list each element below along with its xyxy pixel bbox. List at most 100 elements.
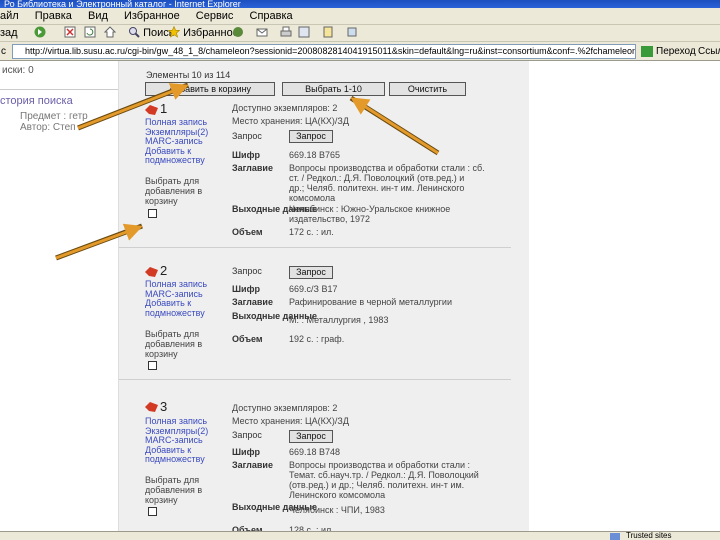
- request-button[interactable]: Запрос: [289, 430, 333, 443]
- volume-value: 172 с. : ил.: [289, 227, 334, 237]
- status-bar: Trusted sites: [0, 531, 720, 540]
- home-icon: [104, 26, 116, 38]
- select-range-button[interactable]: Выбрать 1-10: [282, 82, 385, 96]
- volume-label: Объем: [232, 334, 263, 344]
- select-checkbox[interactable]: [148, 209, 157, 218]
- title-label: Заглавие: [232, 460, 273, 470]
- menu-edit[interactable]: Правка: [35, 10, 72, 22]
- holdings-location: Место хранения: ЦА(КХ)/ЗД: [232, 416, 349, 426]
- go-button[interactable]: Переход: [656, 42, 696, 61]
- star-icon: [168, 26, 180, 38]
- security-zone: Trusted sites: [626, 531, 672, 540]
- menu-file[interactable]: айл: [0, 10, 19, 22]
- refresh-icon: [84, 26, 96, 38]
- holdings-available: Доступно экземпляров: 2: [232, 103, 338, 113]
- call-number-value: 669.18 В748: [289, 447, 341, 457]
- record-links[interactable]: Полная запись Экземпляры(2) MARC-запись …: [145, 117, 208, 166]
- select-for-cart-label: Выбрать для добавления в корзину: [145, 475, 203, 505]
- menu-help[interactable]: Справка: [250, 10, 293, 22]
- right-blank-area: [529, 61, 720, 531]
- history-title: стория поиска: [0, 95, 73, 107]
- history-item[interactable]: Автор: Степ: [20, 122, 76, 133]
- volume-label: Объем: [232, 227, 263, 237]
- publication-value: М. : Металлургия , 1983: [289, 315, 389, 325]
- address-url: http://virtua.lib.susu.ac.ru/cgi-bin/gw_…: [25, 46, 636, 56]
- address-bar: с http://virtua.lib.susu.ac.ru/cgi-bin/g…: [0, 42, 720, 61]
- favorites-button[interactable]: Избранное: [168, 25, 239, 42]
- address-input[interactable]: http://virtua.lib.susu.ac.ru/cgi-bin/gw_…: [12, 44, 636, 59]
- window-title: Ро Библиотека и Электронный каталог - In…: [4, 0, 241, 8]
- menu-bar: айл Правка Вид Избранное Сервис Справка: [0, 8, 720, 25]
- search-icon: [129, 27, 140, 38]
- record-number: 3: [160, 399, 168, 414]
- record-links[interactable]: Полная запись Экземпляры(2) MARC-запись …: [145, 416, 208, 465]
- results-panel: Элементы 10 из 114 Добавить в корзину Вы…: [119, 61, 529, 535]
- title-value: Рафинирование в черной металлургии: [289, 297, 452, 307]
- results-count: иски: 0: [2, 65, 34, 76]
- request-label: Запрос: [232, 131, 262, 141]
- clear-button[interactable]: Очистить: [389, 82, 466, 96]
- menu-favorites[interactable]: Избранное: [124, 10, 180, 22]
- record-separator: [119, 379, 511, 380]
- tools-button[interactable]: [346, 25, 358, 42]
- publication-value: Челябинск : Южно-Уральское книжное издат…: [289, 204, 451, 224]
- record-links[interactable]: Полная запись MARC-запись Добавить к под…: [145, 279, 207, 318]
- title-value: Вопросы производства и обработки стали :…: [289, 163, 485, 203]
- left-pane: иски: 0 стория поиска Предмет : гетр Авт…: [0, 61, 118, 531]
- request-button[interactable]: Запрос: [289, 130, 333, 143]
- record-separator: [119, 247, 511, 248]
- zone-icon: [610, 533, 620, 540]
- request-button[interactable]: Запрос: [289, 266, 333, 279]
- holdings-location: Место хранения: ЦА(КХ)/ЗД: [232, 116, 349, 126]
- pin-icon: [145, 402, 158, 412]
- print-icon: [280, 26, 292, 37]
- menu-view[interactable]: Вид: [88, 10, 108, 22]
- browser-window: Ро Библиотека и Электронный каталог - In…: [0, 0, 720, 540]
- title-label: Заглавие: [232, 297, 273, 307]
- back-button[interactable]: зад: [0, 25, 18, 42]
- home-button[interactable]: [104, 25, 116, 42]
- stop-button[interactable]: [64, 25, 76, 42]
- request-label: Запрос: [232, 266, 262, 276]
- links-label[interactable]: Ссылки: [698, 42, 720, 61]
- tools-icon: [347, 27, 357, 37]
- search-button[interactable]: Поиск: [128, 25, 174, 42]
- favorites-label: Избранное: [183, 27, 239, 39]
- pin-icon: [145, 105, 158, 115]
- forward-button[interactable]: [34, 25, 46, 42]
- history-item[interactable]: Предмет : гетр: [20, 111, 88, 122]
- stop-icon: [64, 26, 76, 38]
- call-number-label: Шифр: [232, 447, 260, 457]
- mail-icon: [256, 28, 268, 37]
- print-button[interactable]: [280, 25, 292, 42]
- publication-value: Челябинск : ЧПИ, 1983: [289, 505, 385, 515]
- edit-icon: [298, 26, 310, 38]
- mail-button[interactable]: [256, 25, 268, 42]
- media-icon: [233, 27, 243, 37]
- pin-icon: [145, 267, 158, 277]
- media-button[interactable]: [232, 25, 244, 42]
- call-number-value: 669.18 В765: [289, 150, 341, 160]
- results-range: Элементы 10 из 114: [146, 70, 231, 80]
- holdings-available: Доступно экземпляров: 2: [232, 403, 338, 413]
- browser-toolbar: зад Поиск Избранное: [0, 25, 720, 42]
- select-for-cart-label: Выбрать для добавления в корзину: [145, 176, 203, 206]
- window-titlebar: Ро Библиотека и Электронный каталог - In…: [0, 0, 720, 8]
- request-label: Запрос: [232, 430, 262, 440]
- call-number-label: Шифр: [232, 150, 260, 160]
- call-number-value: 669.с/З В17: [289, 284, 338, 294]
- edit-button[interactable]: [298, 25, 310, 42]
- select-for-cart-label: Выбрать для добавления в корзину: [145, 329, 203, 359]
- menu-tools[interactable]: Сервис: [196, 10, 234, 22]
- select-checkbox[interactable]: [148, 507, 157, 516]
- refresh-button[interactable]: [84, 25, 96, 42]
- messenger-button[interactable]: [322, 25, 334, 42]
- address-label: с: [1, 46, 6, 57]
- select-checkbox[interactable]: [148, 361, 157, 370]
- title-value: Вопросы производства и обработки стали :…: [289, 460, 479, 500]
- add-to-cart-button[interactable]: Добавить в корзину: [145, 82, 275, 96]
- left-divider: [0, 89, 118, 90]
- messenger-icon: [323, 26, 333, 38]
- forward-icon: [34, 26, 46, 38]
- go-arrow-icon[interactable]: [641, 46, 653, 57]
